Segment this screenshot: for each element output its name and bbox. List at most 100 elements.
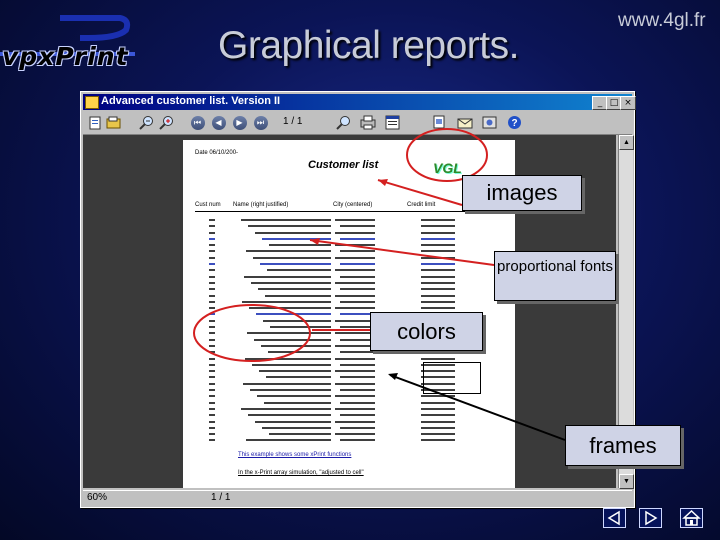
- nav-next-icon[interactable]: [639, 508, 662, 528]
- row-text-bar: [421, 237, 455, 240]
- report-row-placeholder: [195, 437, 495, 443]
- scroll-down-icon[interactable]: ▼: [619, 474, 634, 489]
- row-text-bar: [421, 288, 455, 291]
- row-text-bar: [209, 376, 215, 379]
- row-text-bar: [340, 288, 375, 291]
- prev-page-icon[interactable]: ◀: [210, 114, 227, 131]
- row-text-bar: [209, 389, 215, 392]
- row-text-bar: [421, 401, 455, 404]
- row-text-bar: [335, 307, 375, 310]
- print-icon[interactable]: [359, 114, 376, 131]
- row-text-bar: [255, 231, 331, 234]
- row-text-bar: [209, 281, 215, 284]
- zoom-out-icon[interactable]: [137, 114, 154, 131]
- row-text-bar: [209, 256, 215, 259]
- row-text-bar: [248, 225, 331, 228]
- report-note-link[interactable]: This example shows some xPrint functions: [238, 452, 351, 458]
- row-text-bar: [335, 395, 375, 398]
- row-text-bar: [267, 269, 331, 272]
- row-text-bar: [335, 433, 375, 436]
- open-icon[interactable]: [105, 114, 122, 131]
- row-text-bar: [421, 281, 455, 284]
- row-text-bar: [256, 313, 331, 316]
- row-text-bar: [340, 414, 375, 417]
- settings-icon[interactable]: [481, 114, 498, 131]
- row-text-bar: [262, 237, 331, 240]
- row-text-bar: [245, 357, 331, 360]
- column-header-cust-num: Cust num: [195, 202, 221, 208]
- row-text-bar: [340, 426, 375, 429]
- header-rule: [195, 211, 495, 212]
- row-text-bar: [421, 433, 455, 436]
- row-text-bar: [209, 288, 215, 291]
- row-text-bar: [209, 275, 215, 278]
- images-callout: images: [462, 175, 582, 211]
- row-text-bar: [209, 250, 215, 253]
- slide-title: Graphical reports.: [218, 24, 519, 67]
- close-button[interactable]: ×: [620, 96, 636, 110]
- row-text-bar: [253, 256, 331, 259]
- nav-prev-icon[interactable]: [603, 508, 626, 528]
- row-text-bar: [340, 401, 375, 404]
- row-text-bar: [340, 363, 375, 366]
- window-titlebar[interactable]: Advanced customer list. Version II _ □ ×: [83, 94, 636, 110]
- zoom-in-icon[interactable]: [157, 114, 174, 131]
- row-text-bar: [255, 420, 331, 423]
- row-text-bar: [421, 414, 455, 417]
- row-text-bar: [209, 351, 215, 354]
- row-text-bar: [259, 370, 331, 373]
- row-text-bar: [209, 338, 215, 341]
- row-text-bar: [209, 244, 215, 247]
- column-header-name: Name (right justified): [233, 202, 289, 208]
- row-text-bar: [266, 376, 331, 379]
- viewer-toolbar: ⏮ ◀ ▶ ⏭ 1 / 1 ?: [83, 112, 632, 135]
- row-text-bar: [269, 433, 331, 436]
- row-text-bar: [421, 294, 455, 297]
- last-page-icon[interactable]: ⏭: [252, 114, 269, 131]
- first-page-icon[interactable]: ⏮: [189, 114, 206, 131]
- row-text-bar: [209, 300, 215, 303]
- next-page-icon[interactable]: ▶: [231, 114, 248, 131]
- row-text-bar: [252, 363, 331, 366]
- row-text-bar: [421, 225, 455, 228]
- row-text-bar: [421, 263, 455, 266]
- row-text-bar: [335, 370, 375, 373]
- row-text-bar: [209, 219, 215, 221]
- row-text-bar: [340, 351, 375, 354]
- logo-text: vpxPrint: [2, 42, 129, 71]
- home-icon[interactable]: [680, 508, 703, 528]
- row-text-bar: [250, 389, 331, 392]
- row-text-bar: [340, 250, 375, 253]
- frames-callout: frames: [565, 425, 681, 466]
- svg-text:?: ?: [511, 118, 517, 129]
- row-text-bar: [242, 300, 331, 303]
- row-text-bar: [241, 219, 331, 221]
- search-icon[interactable]: [334, 114, 351, 131]
- export-icon[interactable]: [384, 114, 401, 131]
- row-text-bar: [421, 395, 455, 398]
- row-text-bar: [421, 269, 455, 272]
- row-text-bar: [247, 332, 331, 335]
- row-text-bar: [246, 439, 331, 442]
- app-icon: [85, 96, 99, 109]
- row-text-bar: [421, 439, 455, 442]
- row-text-bar: [335, 281, 375, 284]
- new-icon[interactable]: [87, 114, 104, 131]
- scroll-up-icon[interactable]: ▲: [619, 135, 634, 150]
- row-text-bar: [209, 263, 215, 266]
- website-link[interactable]: www.4gl.fr: [618, 8, 718, 33]
- select-icon[interactable]: [431, 114, 448, 131]
- row-text-bar: [335, 407, 375, 410]
- help-icon[interactable]: ?: [506, 114, 523, 131]
- row-text-bar: [209, 426, 215, 429]
- row-text-bar: [421, 307, 455, 310]
- mail-icon[interactable]: [456, 114, 473, 131]
- row-text-bar: [340, 225, 375, 228]
- row-text-bar: [340, 263, 375, 266]
- row-text-bar: [335, 231, 375, 234]
- row-text-bar: [335, 256, 375, 259]
- row-text-bar: [335, 219, 375, 221]
- row-text-bar: [421, 219, 455, 221]
- row-text-bar: [209, 237, 215, 240]
- row-text-bar: [270, 326, 331, 329]
